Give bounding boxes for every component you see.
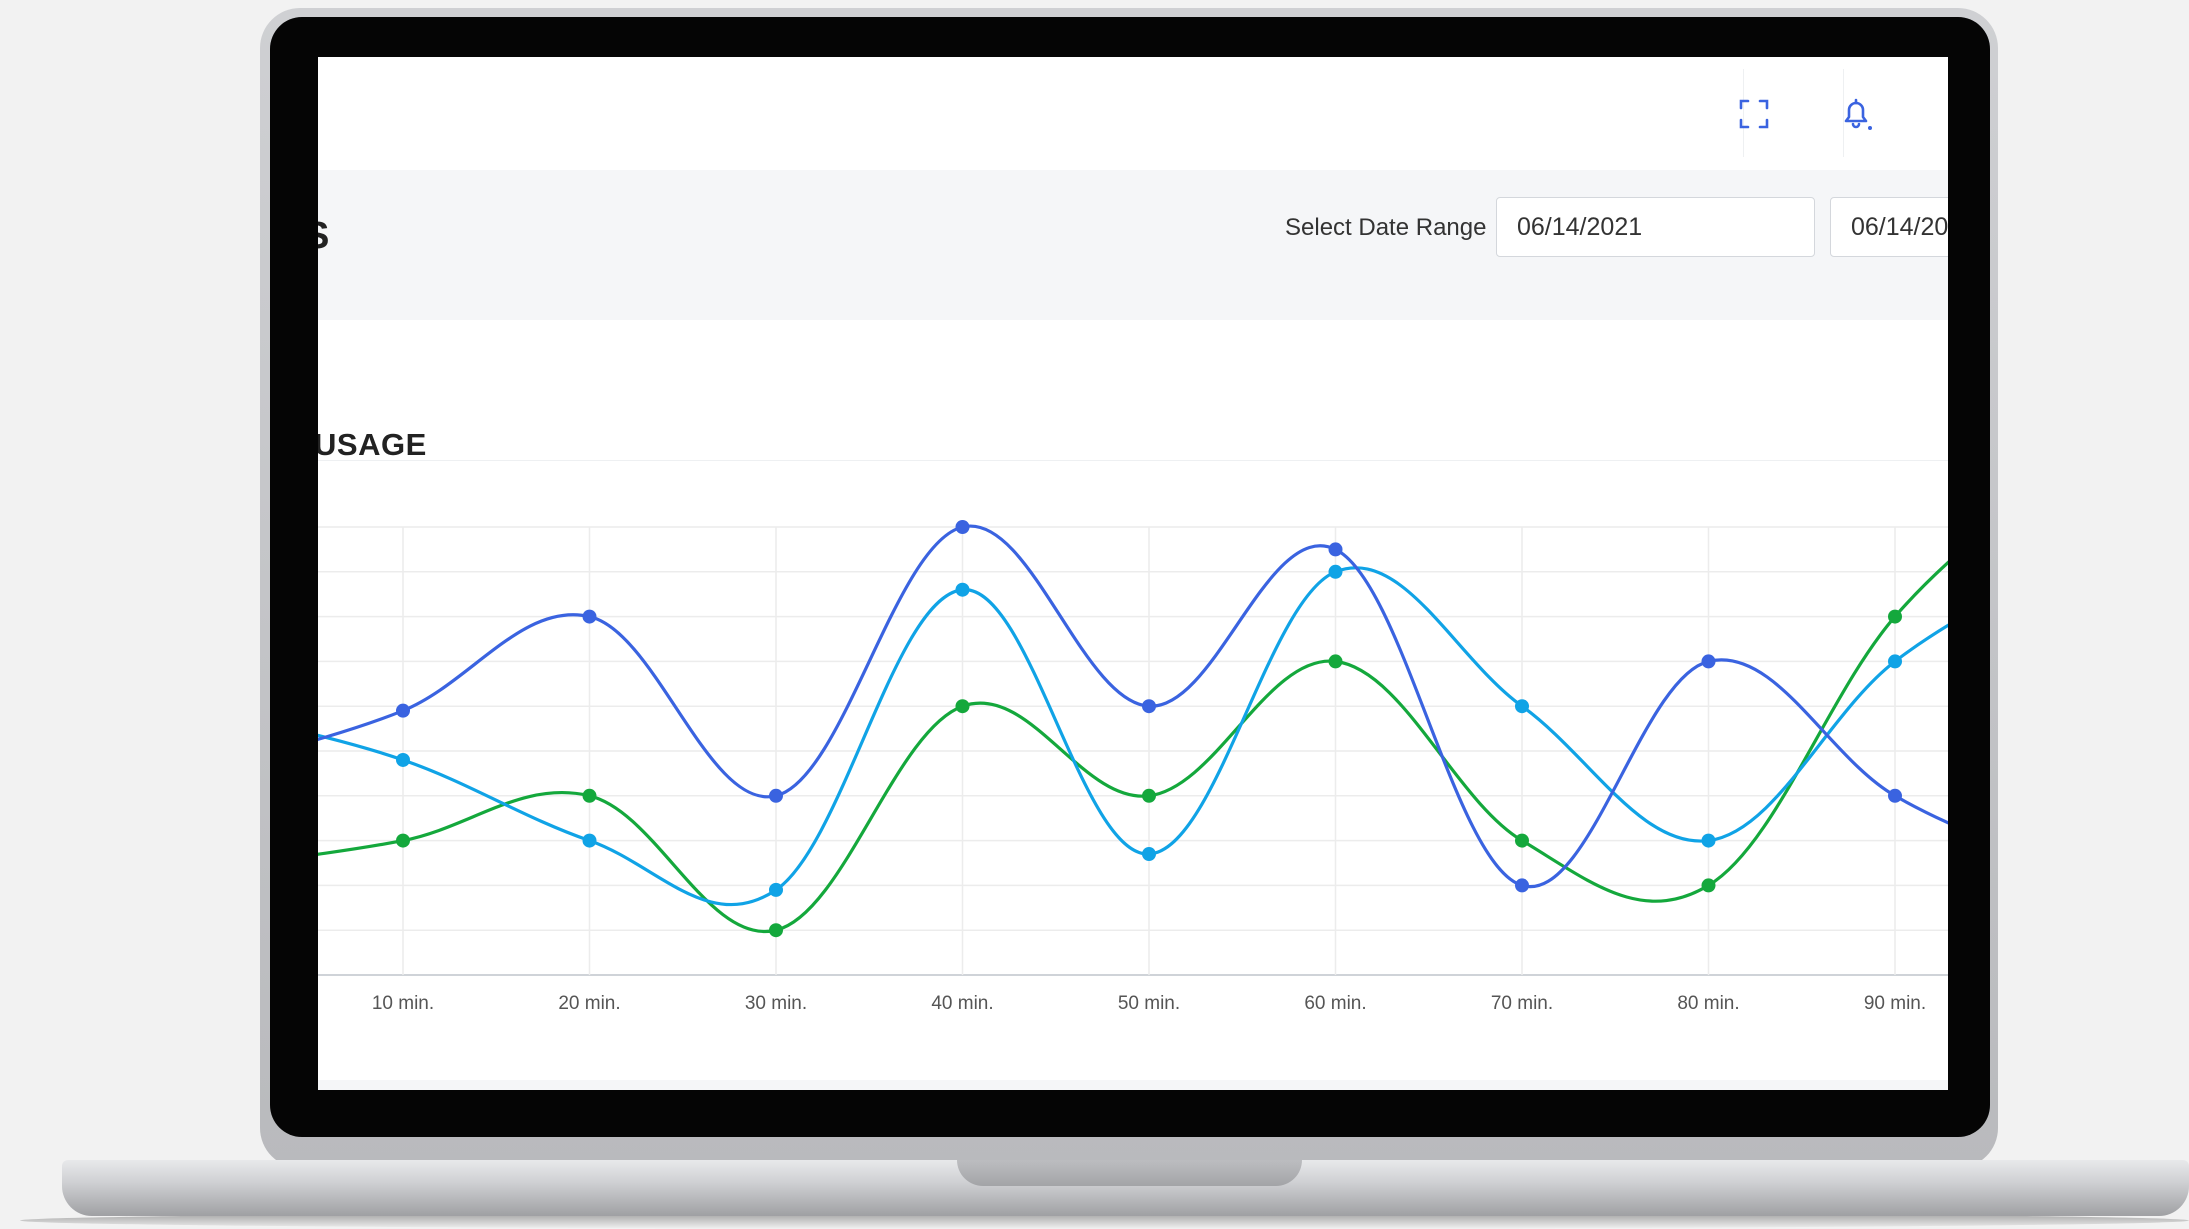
x-tick-label: 80 min. [1677, 993, 1739, 1014]
x-tick-label: 50 min. [1118, 993, 1180, 1014]
series-1-point [955, 520, 970, 534]
laptop-notch [957, 1160, 1302, 1186]
x-tick-label: 10 min. [372, 993, 434, 1014]
series-2-point [1515, 699, 1529, 714]
series-3-point [769, 923, 783, 938]
series-2-point [769, 882, 783, 897]
series-3-point [1328, 654, 1343, 669]
series-2-point [1888, 654, 1902, 669]
laptop-mockup: S Select Date Range USAGE 10 min.20 min.… [0, 0, 2189, 1229]
x-tick-label: 70 min. [1491, 993, 1553, 1014]
screen-footer-strip [318, 1080, 1948, 1090]
app-screen: S Select Date Range USAGE 10 min.20 min.… [318, 57, 1948, 1090]
series-3-point [582, 788, 597, 803]
series-2-point [396, 752, 410, 767]
series-line-2 [318, 566, 1948, 907]
series-3-point [1888, 609, 1902, 624]
series-1-point [396, 703, 410, 718]
series-2-point [1142, 847, 1156, 862]
x-tick-label: 20 min. [558, 993, 620, 1014]
series-3-point [396, 833, 410, 848]
series-3-point [1142, 788, 1156, 803]
usage-line-chart: 10 min. 20 min. 30 min. 40 min. 50 min. 60 mi… [318, 520, 1948, 1014]
x-tick-label: 40 min. [931, 993, 993, 1014]
series-1-point [1701, 654, 1716, 669]
series-2-point [582, 833, 597, 848]
series-1-point [1142, 699, 1156, 714]
series-1-point [1515, 878, 1529, 893]
series-1-point [1328, 542, 1343, 557]
series-1-point [582, 609, 597, 624]
series-3-point [1515, 833, 1529, 848]
series-1-point [1888, 788, 1902, 803]
series-2-point [1701, 833, 1716, 848]
x-tick-label: 30 min. [745, 993, 807, 1014]
x-tick-label: 60 min. [1304, 993, 1366, 1014]
series-2-point [1328, 564, 1343, 579]
series-2-point [955, 582, 970, 597]
series-3-point [1701, 878, 1716, 893]
x-tick-label: 90 min. [1864, 993, 1926, 1014]
series-1-point [769, 788, 783, 803]
series-3-point [955, 699, 970, 714]
